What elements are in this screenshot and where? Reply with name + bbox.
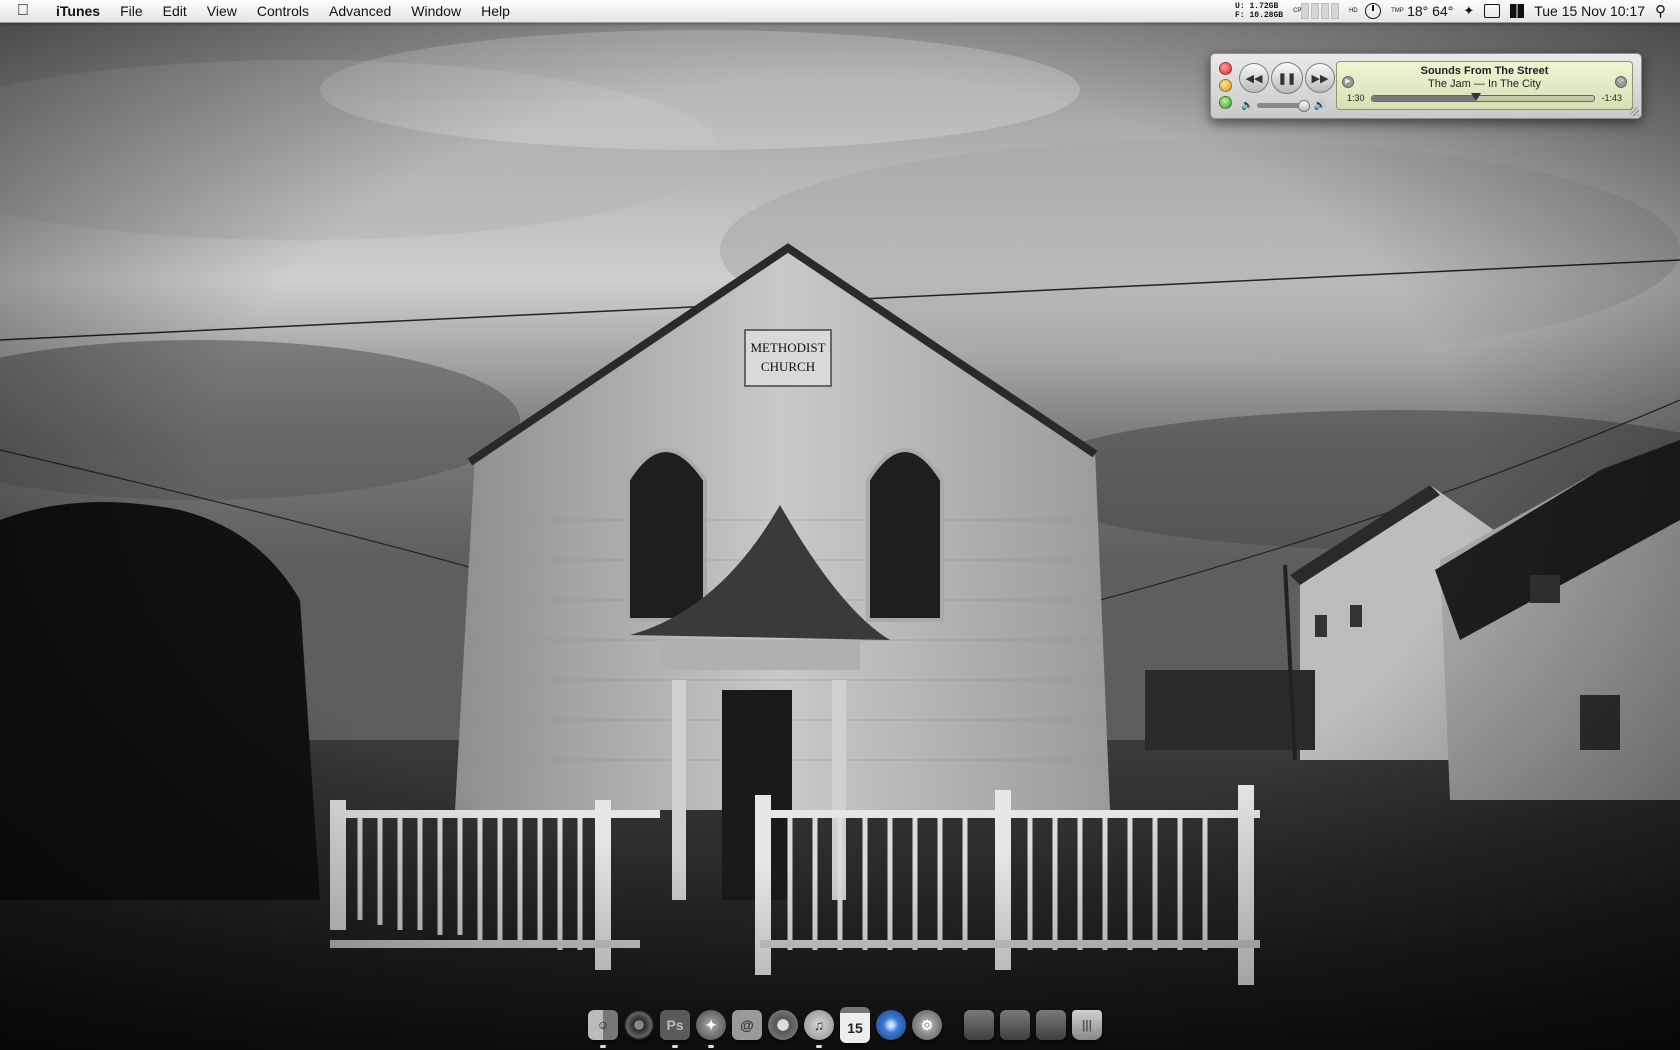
stack-folder-icon[interactable] [1036,1010,1066,1040]
aperture-icon[interactable] [624,1010,654,1040]
cpu-bar [1321,3,1330,19]
menu-edit[interactable]: Edit [153,0,197,22]
temp-label: TMP [1391,8,1404,14]
cpu-monitor[interactable]: CPU [1293,3,1340,19]
running-indicator [600,1045,606,1048]
hd-label: HD [1349,8,1358,14]
next-track-button[interactable]: ▶▶ [1305,63,1335,93]
system-preferences-icon[interactable]: ⚙ [912,1010,942,1040]
close-window-button[interactable] [1219,62,1232,75]
bluetooth-icon[interactable]: ✦ [1463,3,1474,19]
temperature-readout[interactable]: 18° 64° [1407,3,1453,19]
menu-view[interactable]: View [197,0,247,22]
church-sign-line2: CHURCH [761,359,815,374]
address-book-icon[interactable] [768,1010,798,1040]
resize-handle[interactable] [1630,107,1639,116]
desktop-wallpaper: METHODIST CHURCH [0,0,1680,1050]
menu-help[interactable]: Help [471,0,520,22]
church-sign-line1: METHODIST [750,340,825,355]
snapback-icon[interactable]: ⟳ [1615,76,1627,88]
itunes-icon[interactable]: ♫ [804,1010,834,1048]
spaces-icon[interactable] [1510,4,1525,18]
photoshop-label: Ps [666,1017,684,1033]
pause-icon: ❚❚ [1277,72,1297,85]
playback-scrubber[interactable] [1471,92,1482,101]
play-pause-button[interactable]: ❚❚ [1271,62,1303,94]
keyboard-viewer-icon[interactable] [1484,4,1501,18]
volume-low-icon: 🔈 [1241,100,1254,111]
cpu-label: CPU [1293,8,1306,14]
mail-icon[interactable]: @ [732,1010,762,1040]
menu-controls[interactable]: Controls [247,0,319,22]
cpu-bar [1311,3,1320,19]
menu-file[interactable]: File [110,0,153,22]
album-art-toggle-icon[interactable]: ▶ [1342,76,1354,88]
remaining-time[interactable]: -1:43 [1601,93,1622,103]
elapsed-time: 1:30 [1347,93,1365,103]
running-indicator [816,1045,822,1048]
compass-icon: ✦ [705,1016,717,1033]
ical-icon[interactable]: 15 [840,1007,870,1043]
menu-advanced[interactable]: Advanced [319,0,401,22]
trash-lines-icon: ||| [1081,1018,1093,1032]
mem-used-value: 1.72GB [1249,2,1279,11]
trash-icon[interactable]: ||| [1072,1010,1102,1040]
running-indicator [708,1045,714,1048]
music-note-icon: ♫ [813,1017,825,1033]
menu-app-name[interactable]: iTunes [46,0,110,22]
menu-bar:  iTunes File Edit View Controls Advance… [0,0,1680,23]
disk-activity-icon[interactable] [1365,3,1382,19]
volume-control: 🔈 🔊 [1241,100,1326,112]
rewind-icon: ◀◀ [1245,72,1263,85]
wallpaper-image: METHODIST CHURCH [0,0,1680,1050]
running-indicator [672,1045,678,1048]
menu-window[interactable]: Window [401,0,471,22]
playback-progress-fill [1371,95,1477,101]
volume-high-icon: 🔊 [1313,100,1326,111]
cpu-bar [1331,3,1340,19]
zoom-window-button[interactable] [1219,96,1232,109]
memory-monitor[interactable]: U: 1.72GB F: 10.28GB [1235,2,1283,20]
song-title: Sounds From The Street [1420,65,1549,77]
quicksilver-icon[interactable] [876,1010,906,1040]
stack-folder-icon[interactable] [1000,1010,1030,1040]
fast-forward-icon: ▶▶ [1311,72,1329,85]
stack-folder-icon[interactable] [964,1010,994,1040]
finder-face-icon: ☺ [596,1018,610,1032]
finder-icon[interactable]: ☺ [588,1010,618,1048]
artist-album: The Jam — In The City [1428,78,1541,90]
mem-free-value: 10.28GB [1249,11,1284,20]
dock: ☺ Ps ✦ @ ♫ 15 ⚙ ||| [580,1000,1116,1050]
minimize-window-button[interactable] [1219,79,1232,92]
itunes-mini-player[interactable]: ◀◀ ❚❚ ▶▶ 🔈 🔊 ▶ Sounds From The Street Th… [1210,53,1642,119]
mail-at-symbol: @ [740,1017,754,1033]
previous-track-button[interactable]: ◀◀ [1239,63,1269,93]
spotlight-search-icon[interactable]: ⚲ [1655,2,1666,20]
photoshop-icon[interactable]: Ps [660,1010,690,1048]
menubar-clock[interactable]: Tue 15 Nov 10:17 [1534,3,1645,19]
playback-progress-bar[interactable] [1370,92,1596,102]
volume-slider-knob[interactable] [1298,100,1311,112]
safari-icon[interactable]: ✦ [696,1010,726,1048]
volume-slider[interactable] [1257,100,1311,112]
apple-menu-icon[interactable]:  [0,2,46,20]
mem-free-label: F: [1235,11,1245,20]
calendar-day: 15 [847,1020,863,1036]
now-playing-display: ▶ Sounds From The Street The Jam — In Th… [1336,61,1633,110]
gear-icon: ⚙ [920,1016,934,1033]
cpu-bar [1301,3,1310,19]
mem-used-label: U: [1235,2,1245,11]
